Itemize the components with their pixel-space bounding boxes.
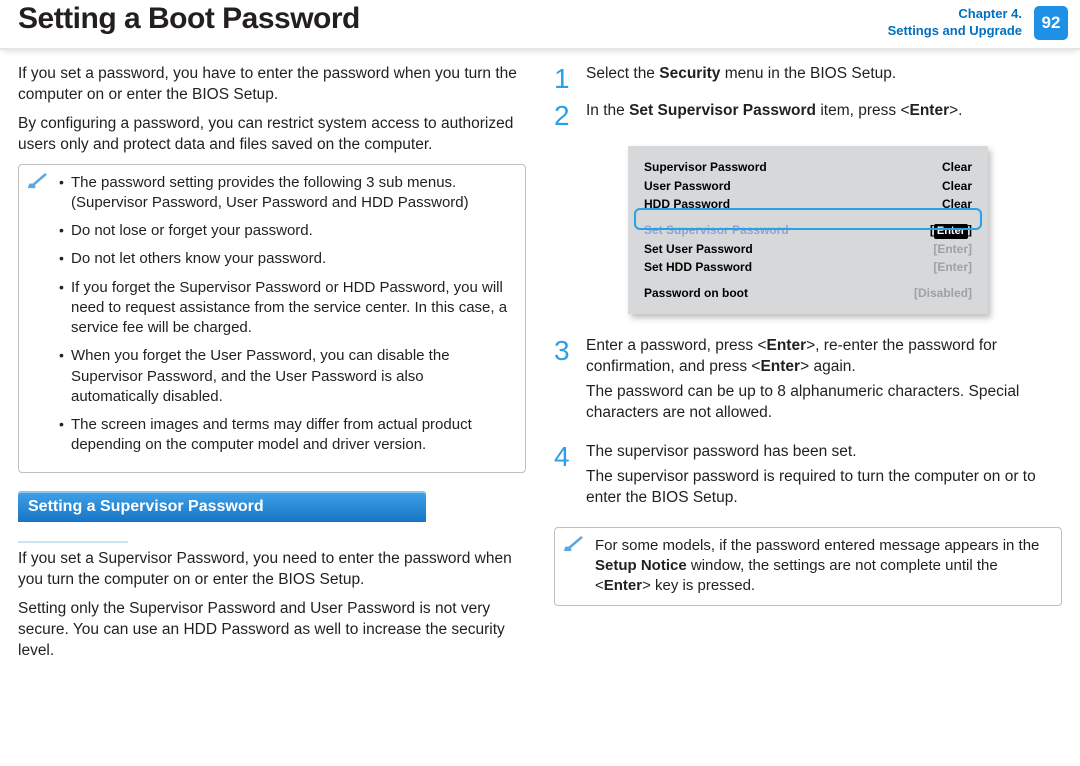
note-icon xyxy=(563,536,585,552)
bios-value-highlight: [Enter] xyxy=(872,221,972,240)
step-body: The supervisor password has been set. Th… xyxy=(586,442,1062,517)
enter-key-icon: Enter xyxy=(934,224,968,239)
step-number: 3 xyxy=(554,338,576,432)
page-title: Setting a Boot Password xyxy=(18,2,360,36)
bios-label: Password on boot xyxy=(644,284,872,302)
bios-label: User Password xyxy=(644,177,872,195)
section-title: Setting a Supervisor Password xyxy=(18,491,426,523)
text: > again. xyxy=(800,358,856,375)
bold-text: Enter xyxy=(767,337,807,354)
step-body: In the Set Supervisor Password item, pre… xyxy=(586,101,1062,128)
step-number: 2 xyxy=(554,103,576,128)
note-item: The password setting provides the follow… xyxy=(59,173,513,214)
note-item: Do not lose or forget your password. xyxy=(59,221,513,241)
step-2: 2 In the Set Supervisor Password item, p… xyxy=(554,101,1062,128)
bold-text: Security xyxy=(659,65,720,82)
step-number: 1 xyxy=(554,66,576,91)
bios-label-highlight: Set Supervisor Password xyxy=(644,221,872,240)
intro-paragraph-2: By configuring a password, you can restr… xyxy=(18,114,526,156)
bios-value: Clear xyxy=(872,195,972,213)
step-3-note: The password can be up to 8 alphanumeric… xyxy=(586,382,1062,424)
step-3: 3 Enter a password, press <Enter>, re-en… xyxy=(554,336,1062,432)
chapter-line2: Settings and Upgrade xyxy=(888,23,1022,38)
text: item, press < xyxy=(816,102,909,119)
step-4: 4 The supervisor password has been set. … xyxy=(554,442,1062,517)
bios-value: [Enter] xyxy=(872,240,972,258)
step-1: 1 Select the Security menu in the BIOS S… xyxy=(554,64,1062,91)
bios-label: Set HDD Password xyxy=(644,258,872,276)
bios-label: Set User Password xyxy=(644,240,872,258)
page-header: Setting a Boot Password Chapter 4. Setti… xyxy=(0,0,1080,50)
chapter-label: Chapter 4. Settings and Upgrade xyxy=(888,6,1022,40)
section-paragraph-1: If you set a Supervisor Password, you ne… xyxy=(18,549,526,591)
step-body: Enter a password, press <Enter>, re-ente… xyxy=(586,336,1062,432)
text: In the xyxy=(586,102,629,119)
bold-text: Enter xyxy=(604,577,642,594)
bold-text: Enter xyxy=(760,358,800,375)
text: >. xyxy=(949,102,962,119)
bold-text: Set Supervisor Password xyxy=(629,102,816,119)
bios-value: Clear xyxy=(872,158,972,176)
intro-paragraph-1: If you set a password, you have to enter… xyxy=(18,64,526,106)
step-4-note: The supervisor password is required to t… xyxy=(586,467,1062,509)
page-number-badge: 92 xyxy=(1034,6,1068,40)
bios-value: [Enter] xyxy=(872,258,972,276)
section-heading: Setting a Supervisor Password xyxy=(18,491,526,544)
step-number: 4 xyxy=(554,444,576,517)
bios-label: Supervisor Password xyxy=(644,158,872,176)
section-paragraph-2: Setting only the Supervisor Password and… xyxy=(18,599,526,662)
note-item: If you forget the Supervisor Password or… xyxy=(59,278,513,339)
right-column: 1 Select the Security menu in the BIOS S… xyxy=(554,64,1062,670)
chapter-line1: Chapter 4. xyxy=(958,6,1022,21)
text: The supervisor password has been set. xyxy=(586,443,857,460)
bios-label: HDD Password xyxy=(644,195,872,213)
text: Select the xyxy=(586,65,659,82)
text: > key is pressed. xyxy=(642,577,755,594)
note-item: The screen images and terms may differ f… xyxy=(59,415,513,456)
step-body: Select the Security menu in the BIOS Set… xyxy=(586,64,1062,91)
left-column: If you set a password, you have to enter… xyxy=(18,64,526,670)
note-icon xyxy=(27,173,49,189)
text: menu in the BIOS Setup. xyxy=(720,65,896,82)
bold-text: Enter xyxy=(910,102,950,119)
text: Enter a password, press < xyxy=(586,337,767,354)
note-box-2: For some models, if the password entered… xyxy=(554,527,1062,606)
bios-value: Clear xyxy=(872,177,972,195)
bios-screenshot: Supervisor PasswordClear User PasswordCl… xyxy=(628,146,988,314)
bold-text: Setup Notice xyxy=(595,557,687,574)
note-box: The password setting provides the follow… xyxy=(18,164,526,473)
text: For some models, if the password entered… xyxy=(595,537,1039,554)
note-item: Do not let others know your password. xyxy=(59,249,513,269)
bios-value: [Disabled] xyxy=(872,284,972,302)
note-item: When you forget the User Password, you c… xyxy=(59,346,513,407)
